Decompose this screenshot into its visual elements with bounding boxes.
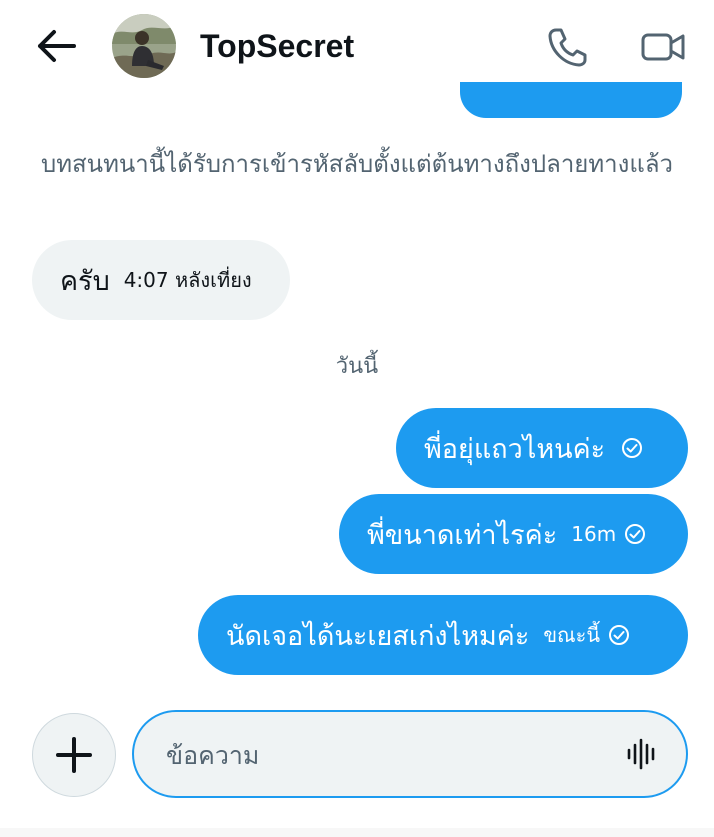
message-time: 16m xyxy=(571,522,617,546)
check-circle-icon xyxy=(608,624,630,646)
message-text: พี่อยุ่แถวไหนค่ะ xyxy=(424,433,606,465)
voice-waveform-icon xyxy=(627,738,655,770)
avatar[interactable] xyxy=(112,14,176,78)
date-separator: วันนี้ xyxy=(335,354,379,379)
incoming-message[interactable]: ครับ 4:07 หลังเที่ยง xyxy=(32,240,290,320)
message-time: 4:07 หลังเที่ยง xyxy=(123,268,252,292)
back-button[interactable] xyxy=(34,26,78,66)
video-camera-icon xyxy=(641,33,685,61)
voice-call-button[interactable] xyxy=(544,24,590,70)
message-text: ครับ xyxy=(60,265,110,297)
phone-icon xyxy=(548,28,587,67)
message-input[interactable] xyxy=(164,730,608,780)
encryption-notice: บทสนทนานี้ได้รับการเข้ารหัสลับตั้งแต่ต้น… xyxy=(40,150,674,178)
conversation-header: TopSecret xyxy=(0,0,714,95)
arrow-left-icon xyxy=(38,30,76,62)
check-circle-icon xyxy=(621,437,643,459)
message-text: พี่ขนาดเท่าไรค่ะ xyxy=(367,519,558,551)
plus-icon xyxy=(56,737,92,773)
add-attachment-button[interactable] xyxy=(32,713,116,797)
message-composer xyxy=(132,710,688,798)
check-circle-icon xyxy=(624,523,646,545)
outgoing-message[interactable]: พี่อยุ่แถวไหนค่ะ xyxy=(396,408,688,488)
contact-name[interactable]: TopSecret xyxy=(200,26,354,66)
message-text: นัดเจอได้นะเยสเก่งไหมค่ะ xyxy=(226,620,530,652)
message-time: ขณะนี้ xyxy=(543,623,600,647)
outgoing-message[interactable]: นัดเจอได้นะเยสเก่งไหมค่ะ ขณะนี้ xyxy=(198,595,688,675)
outgoing-message[interactable]: พี่ขนาดเท่าไรค่ะ 16m xyxy=(339,494,688,574)
avatar-image xyxy=(112,14,176,78)
previous-message-bubble xyxy=(460,82,682,118)
voice-message-button[interactable] xyxy=(622,734,662,774)
video-call-button[interactable] xyxy=(638,24,688,70)
bottom-bar xyxy=(0,828,714,837)
